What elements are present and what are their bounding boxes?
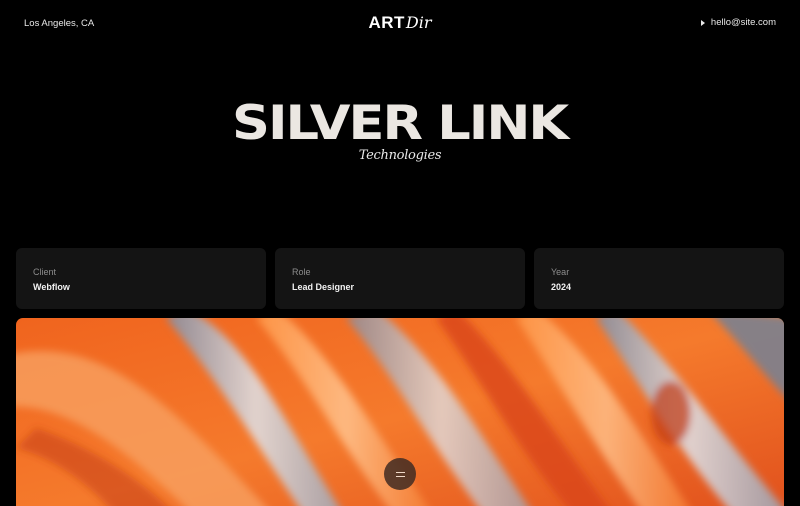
year-label: Year [551, 267, 570, 277]
client-card: Client Webflow [16, 248, 266, 309]
role-card: Role Lead Designer [275, 248, 525, 309]
role-value: Lead Designer [292, 282, 355, 292]
email-text: hello@site.com [710, 17, 776, 28]
role-label: Role [292, 267, 311, 277]
logo-primary: ART [368, 13, 405, 32]
site-header: Los Angeles, CA ARTDir hello@site.com [0, 0, 800, 50]
year-value: 2024 [551, 282, 572, 292]
arrow-right-icon [700, 19, 705, 26]
hero-image [16, 318, 784, 506]
menu-button[interactable] [384, 458, 416, 490]
email-link[interactable]: hello@site.com [700, 17, 776, 28]
year-card: Year 2024 [534, 248, 784, 309]
logo[interactable]: ARTDir [0, 13, 800, 33]
client-label: Client [33, 267, 57, 277]
menu-icon [395, 471, 405, 477]
hero-title: SILVER LINK [232, 96, 569, 151]
hero: SILVER LINK Technologies [0, 96, 800, 164]
client-value: Webflow [33, 282, 70, 292]
logo-secondary: Dir [405, 13, 432, 32]
project-details: Client Webflow Role Lead Designer Year 2… [16, 248, 784, 309]
